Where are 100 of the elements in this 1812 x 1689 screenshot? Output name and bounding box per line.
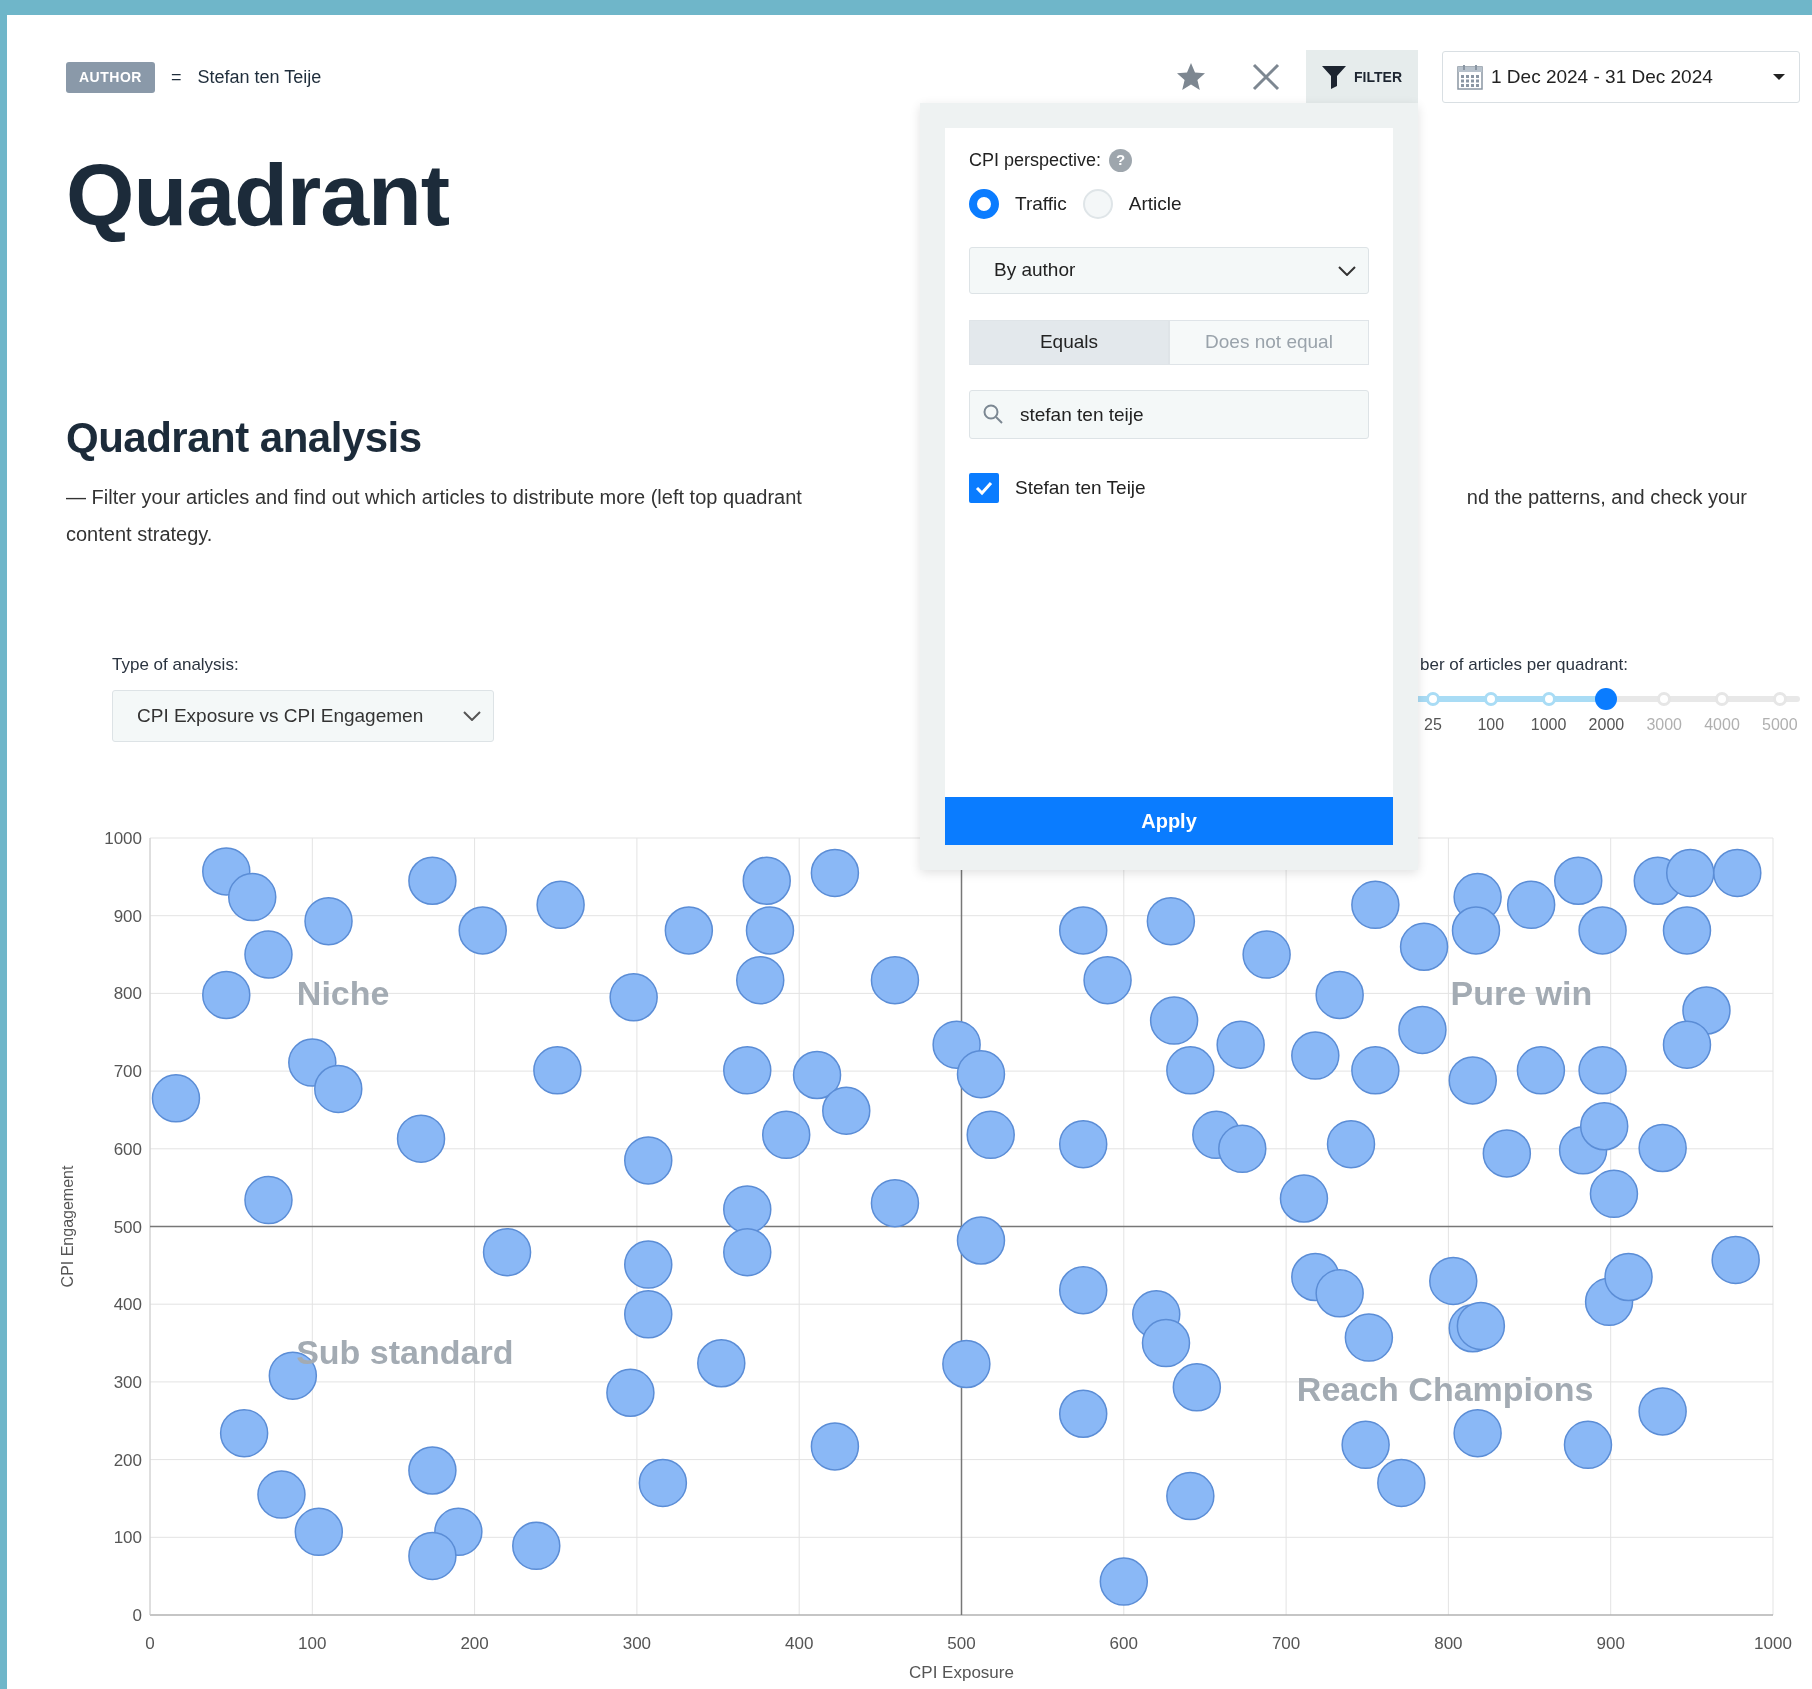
data-point bbox=[792, 1050, 842, 1100]
data-point bbox=[1166, 1046, 1215, 1095]
date-range-picker[interactable]: 1 Dec 2024 - 31 Dec 2024 bbox=[1442, 51, 1800, 103]
filter-chip-label: AUTHOR bbox=[66, 61, 155, 93]
data-point bbox=[723, 1227, 772, 1277]
data-point bbox=[942, 1339, 991, 1389]
data-point bbox=[609, 973, 658, 1022]
data-point bbox=[723, 1046, 772, 1095]
dimension-select[interactable]: By author bbox=[969, 247, 1369, 294]
data-point bbox=[408, 856, 457, 905]
slider-tick[interactable] bbox=[1426, 692, 1440, 706]
data-point bbox=[1149, 996, 1199, 1045]
data-point bbox=[1451, 906, 1501, 955]
data-point bbox=[1578, 906, 1627, 955]
data-point bbox=[1141, 1318, 1191, 1368]
data-point bbox=[1166, 1471, 1215, 1521]
chevron-down-icon bbox=[1338, 265, 1356, 276]
slider-tick[interactable] bbox=[1715, 692, 1729, 706]
segment-button[interactable]: Equals bbox=[969, 320, 1169, 365]
check-icon bbox=[975, 480, 993, 496]
slider-tick-label: 4000 bbox=[1704, 715, 1740, 735]
data-point bbox=[1344, 1313, 1394, 1362]
axis-tick-label: 600 bbox=[1109, 1634, 1138, 1653]
data-point bbox=[1218, 1124, 1267, 1174]
slider-tick-label: 1000 bbox=[1530, 715, 1567, 735]
description-text: — Filter your articles and find out which articles to distribute more (left top quadrant bbox=[66, 485, 802, 510]
quadrant-label: Reach Champions bbox=[1296, 1369, 1594, 1408]
filter-button[interactable]: FILTER bbox=[1306, 50, 1418, 104]
description-text: nd the patterns, and check your bbox=[1466, 485, 1747, 510]
data-point bbox=[1315, 1269, 1364, 1318]
axis-tick-label: 300 bbox=[622, 1634, 652, 1653]
data-point bbox=[304, 896, 353, 946]
data-point bbox=[1604, 1252, 1653, 1302]
data-point bbox=[1058, 906, 1108, 955]
filter-value: Stefan ten Teije bbox=[197, 65, 322, 89]
data-point bbox=[1638, 1387, 1687, 1436]
slider-tick[interactable] bbox=[1772, 692, 1787, 706]
data-point bbox=[1058, 1265, 1108, 1315]
checkbox-label[interactable]: Stefan ten Teije bbox=[1015, 473, 1146, 503]
checkbox[interactable] bbox=[969, 473, 999, 503]
axis-tick-label: 900 bbox=[1596, 1634, 1625, 1653]
data-point bbox=[228, 872, 277, 922]
axis-tick-label: 1000 bbox=[1754, 1634, 1792, 1653]
slider-tick[interactable] bbox=[1483, 692, 1498, 706]
data-point bbox=[1589, 1169, 1639, 1219]
axis-tick-label: 200 bbox=[460, 1634, 489, 1653]
data-point bbox=[257, 1470, 306, 1519]
data-point bbox=[1516, 1046, 1566, 1095]
clear-button[interactable] bbox=[1251, 62, 1282, 92]
data-point bbox=[1662, 906, 1712, 955]
axis-title: CPI Engagement bbox=[59, 1165, 76, 1288]
data-point bbox=[1291, 1031, 1340, 1080]
data-point bbox=[723, 1185, 772, 1234]
calendar-icon bbox=[1457, 64, 1483, 90]
apply-button[interactable]: Apply bbox=[945, 797, 1393, 845]
data-point bbox=[1172, 1363, 1222, 1412]
data-point bbox=[533, 1046, 582, 1095]
slider-tick[interactable] bbox=[1657, 692, 1672, 706]
data-point bbox=[745, 906, 795, 955]
data-point bbox=[1279, 1174, 1329, 1223]
axis-title: CPI Exposure bbox=[909, 1663, 1014, 1682]
data-point bbox=[1341, 1420, 1390, 1470]
data-point bbox=[624, 1240, 673, 1289]
quadrant-label: Niche bbox=[296, 974, 390, 1013]
radio-label[interactable]: Traffic bbox=[1015, 189, 1067, 219]
data-point bbox=[1713, 848, 1762, 898]
search-field[interactable]: stefan ten teije bbox=[969, 390, 1369, 439]
data-point bbox=[761, 1110, 811, 1160]
data-point bbox=[1456, 1301, 1506, 1351]
data-point bbox=[408, 1531, 457, 1581]
slider-thumb[interactable] bbox=[1595, 688, 1618, 710]
data-point bbox=[742, 856, 791, 905]
data-point bbox=[1398, 1005, 1447, 1055]
data-point bbox=[624, 1136, 673, 1185]
data-point bbox=[810, 1422, 860, 1471]
data-point bbox=[1326, 1119, 1376, 1169]
analysis-type-select[interactable]: CPI Exposure vs CPI Engagemen bbox=[112, 690, 494, 742]
slider-tick[interactable] bbox=[1541, 692, 1556, 706]
section-heading: Quadrant analysis bbox=[66, 417, 422, 459]
data-point bbox=[1242, 930, 1291, 979]
data-point bbox=[1448, 1056, 1497, 1105]
axis-tick-label: 400 bbox=[785, 1634, 814, 1653]
axis-tick-label: 1000 bbox=[104, 829, 142, 848]
data-point bbox=[396, 1114, 446, 1163]
axis-tick-label: 0 bbox=[145, 1634, 155, 1653]
data-point bbox=[151, 1074, 201, 1123]
axis-tick-label: 300 bbox=[113, 1372, 142, 1392]
data-point bbox=[1482, 1129, 1532, 1178]
radio-button[interactable] bbox=[969, 189, 999, 219]
data-point bbox=[1399, 922, 1449, 972]
quadrant-label: Pure win bbox=[1450, 974, 1593, 1013]
radio-label[interactable]: Article bbox=[1128, 189, 1182, 219]
axis-tick-label: 700 bbox=[113, 1062, 142, 1082]
data-point bbox=[536, 880, 585, 930]
axis-tick-label: 500 bbox=[947, 1634, 976, 1653]
axis-tick-label: 800 bbox=[113, 984, 142, 1004]
data-point bbox=[810, 848, 860, 898]
data-point bbox=[1351, 880, 1400, 930]
search-icon bbox=[983, 404, 1003, 424]
favorite-button[interactable] bbox=[1176, 62, 1207, 92]
